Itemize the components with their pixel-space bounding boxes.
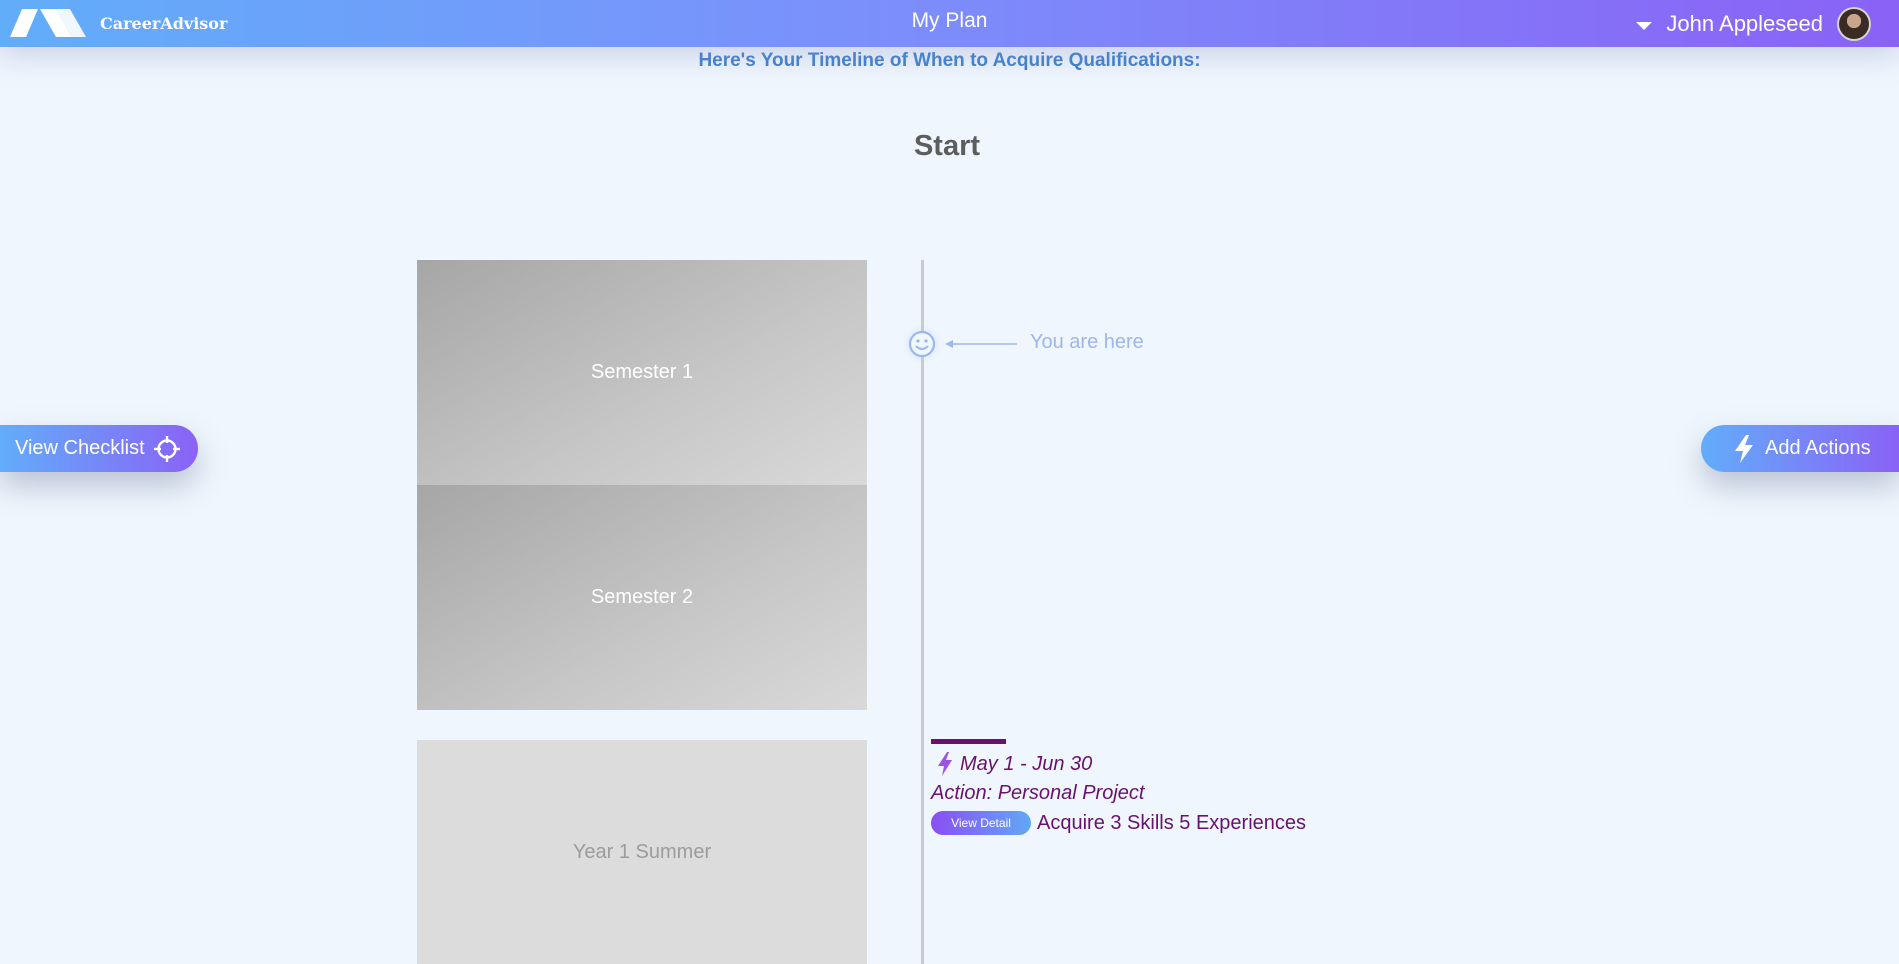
add-actions-label: Add Actions	[1765, 437, 1871, 459]
timeline-start-label: Start	[913, 130, 981, 162]
action-date-range: May 1 - Jun 30	[960, 752, 1093, 775]
period-semester-1: Semester 1	[417, 260, 867, 485]
avatar[interactable]	[1837, 7, 1871, 41]
smiley-icon	[908, 330, 936, 358]
view-checklist-label: View Checklist	[15, 437, 145, 459]
action-name: Action: Personal Project	[931, 782, 1145, 804]
period-label: Year 1 Summer	[572, 840, 712, 863]
action-detail-row: View Detail Acquire 3 Skills 5 Experienc…	[931, 808, 1306, 838]
period-label: Semester 1	[590, 361, 694, 383]
top-navigation-bar: CareerAdvisor My Plan John Appleseed	[0, 0, 1899, 47]
add-actions-button[interactable]: Add Actions	[1701, 425, 1899, 472]
action-accent-bar	[931, 739, 1006, 744]
crosshair-icon	[153, 435, 180, 462]
lightning-bolt-icon	[1735, 434, 1753, 463]
timeline-axis	[921, 260, 924, 964]
period-label: Semester 2	[590, 586, 694, 608]
view-checklist-button[interactable]: View Checklist	[0, 425, 198, 472]
user-menu[interactable]: John Appleseed	[1636, 6, 1871, 42]
lightning-bolt-icon	[938, 752, 952, 776]
action-summary: Acquire 3 Skills 5 Experiences	[1037, 811, 1307, 834]
view-detail-button[interactable]: View Detail	[931, 811, 1031, 835]
action-card: May 1 - Jun 30 Action: Personal Project …	[931, 739, 1306, 838]
you-are-here-label: You are here	[1030, 331, 1144, 353]
timeline-headline: Here's Your Timeline of When to Acquire …	[698, 50, 1201, 71]
period-year-1-summer: Year 1 Summer	[417, 740, 867, 964]
page-title: My Plan	[911, 9, 988, 32]
chevron-down-icon[interactable]	[1636, 21, 1653, 30]
action-date-row: May 1 - Jun 30	[931, 750, 1306, 778]
user-name[interactable]: John Appleseed	[1666, 11, 1823, 37]
period-semester-2: Semester 2	[417, 485, 867, 710]
arrow-left-icon	[945, 340, 1017, 348]
